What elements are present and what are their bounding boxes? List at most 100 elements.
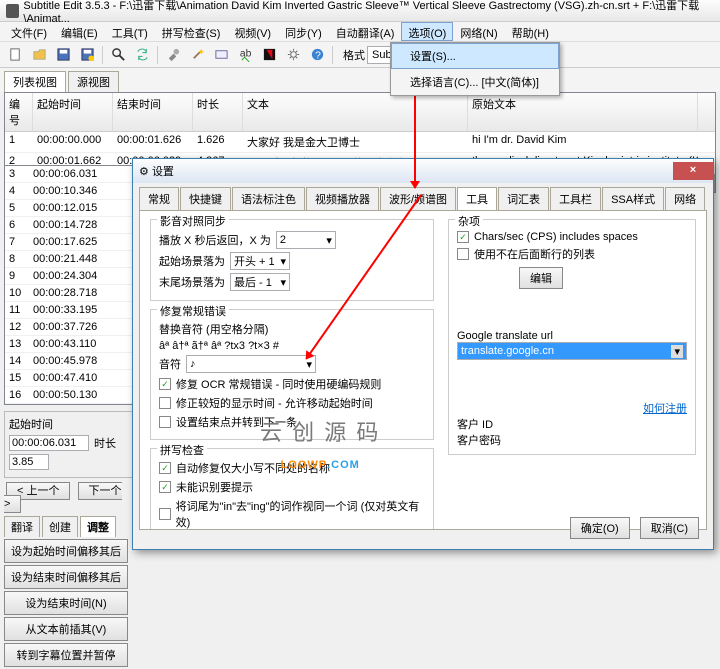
grid-row[interactable]: 1400:00:45.978 <box>5 353 133 370</box>
dialog-tab[interactable]: 快捷键 <box>180 187 231 210</box>
options-settings[interactable]: 设置(S)... <box>391 43 559 69</box>
tab-adjust[interactable]: 调整 <box>80 516 116 537</box>
netflix-icon[interactable] <box>258 44 280 66</box>
menu-tools[interactable]: 工具(T) <box>105 22 155 41</box>
dialog-tab[interactable]: 网络 <box>665 187 705 210</box>
action-button[interactable]: 设为结束时间偏移其后 <box>4 565 128 589</box>
dialog-tab[interactable]: SSA样式 <box>602 187 664 210</box>
new-icon[interactable] <box>4 44 26 66</box>
fix-icon[interactable] <box>162 44 184 66</box>
dialog-tab[interactable]: 工具 <box>457 187 497 210</box>
menu-edit[interactable]: 编辑(E) <box>54 22 105 41</box>
start-input[interactable] <box>9 435 89 451</box>
dialog-tab[interactable]: 语法标注色 <box>232 187 305 210</box>
col-start[interactable]: 起始时间 <box>33 93 113 131</box>
bottom-tabs: 翻译 创建 调整 <box>4 516 134 537</box>
grid-header: 编号 起始时间 结束时间 时长 文本 原始文本 <box>5 93 715 132</box>
grid-row[interactable]: 300:00:06.031 <box>5 166 133 183</box>
grid-row[interactable]: 1100:00:33.195 <box>5 302 133 319</box>
options-language[interactable]: 选择语言(C)... [中文(简体)] <box>391 69 559 95</box>
music-note-select[interactable]: ♪▾ <box>186 355 316 373</box>
grid-row[interactable]: 1500:00:47.410 <box>5 370 133 387</box>
dialog-tab[interactable]: 工具栏 <box>550 187 601 210</box>
help-icon[interactable]: ? <box>306 44 328 66</box>
settings-icon[interactable] <box>282 44 304 66</box>
grid-row[interactable]: 800:00:21.448 <box>5 251 133 268</box>
tab-sourceview[interactable]: 源视图 <box>68 71 119 92</box>
open-icon[interactable] <box>28 44 50 66</box>
ok-button[interactable]: 确定(O) <box>570 517 630 539</box>
register-link[interactable]: 如何注册 <box>643 403 687 415</box>
grid-row[interactable]: 400:00:10.346 <box>5 183 133 200</box>
menu-video[interactable]: 视频(V) <box>227 22 278 41</box>
dialog-tab[interactable]: 视频播放器 <box>306 187 379 210</box>
menu-net[interactable]: 网络(N) <box>453 22 504 41</box>
dialog-body: 影音对照同步 播放 X 秒后返回，X 为2▾ 起始场景落为开头 + 1▾ 末尾场… <box>139 210 707 530</box>
menu-help[interactable]: 帮助(H) <box>505 22 556 41</box>
dialog-tab[interactable]: 词汇表 <box>498 187 549 210</box>
grid-row[interactable]: 500:00:12.015 <box>5 200 133 217</box>
sync-x-select[interactable]: 2▾ <box>276 231 336 249</box>
start-label: 起始时间 <box>9 416 129 432</box>
menu-options[interactable]: 选项(O) <box>401 22 453 41</box>
chk-prompt-label: 未能识别要提示 <box>176 479 253 495</box>
menu-file[interactable]: 文件(F) <box>4 22 54 41</box>
grid-row[interactable]: 1000:00:28.718 <box>5 285 133 302</box>
chk-autofix[interactable]: ✓ <box>159 462 171 474</box>
group-title: 拼写检查 <box>157 442 207 458</box>
action-button[interactable]: 设为结束时间(N) <box>4 591 128 615</box>
spellcheck-icon[interactable]: ab <box>234 44 256 66</box>
close-icon[interactable]: × <box>673 162 713 180</box>
grid-row[interactable]: 100:00:00.00000:00:01.6261.626大家好 我是金大卫博… <box>5 132 715 153</box>
chk-endpoint[interactable] <box>159 416 171 428</box>
tab-create[interactable]: 创建 <box>42 516 78 537</box>
menu-spell[interactable]: 拼写检查(S) <box>155 22 228 41</box>
grid-row[interactable]: 900:00:24.304 <box>5 268 133 285</box>
app-icon <box>6 4 19 18</box>
col-end[interactable]: 结束时间 <box>113 93 193 131</box>
grid-row[interactable]: 1300:00:43.110 <box>5 336 133 353</box>
grid-row[interactable]: 700:00:17.625 <box>5 234 133 251</box>
col-text[interactable]: 文本 <box>243 93 468 131</box>
chk-cps-label: Chars/sec (CPS) includes spaces <box>474 231 638 243</box>
save-icon[interactable] <box>52 44 74 66</box>
tab-translate[interactable]: 翻译 <box>4 516 40 537</box>
chk-ocr[interactable]: ✓ <box>159 378 171 390</box>
replace-icon[interactable] <box>131 44 153 66</box>
chk-nobreak[interactable] <box>457 248 469 260</box>
chk-cps[interactable]: ✓ <box>457 231 469 243</box>
wand-icon[interactable] <box>186 44 208 66</box>
chk-short[interactable] <box>159 397 171 409</box>
search-icon[interactable] <box>107 44 129 66</box>
chk-ing[interactable] <box>159 508 171 520</box>
dialog-tab[interactable]: 常规 <box>139 187 179 210</box>
action-button[interactable]: 转到字幕位置并暂停 <box>4 643 128 667</box>
grid-row[interactable]: 1200:00:37.726 <box>5 319 133 336</box>
sync-end-select[interactable]: 最后 - 1▾ <box>230 273 290 291</box>
col-no[interactable]: 编号 <box>5 93 33 131</box>
chk-prompt[interactable]: ✓ <box>159 481 171 493</box>
grid-row[interactable]: 1600:00:50.130 <box>5 387 133 404</box>
cancel-button[interactable]: 取消(C) <box>640 517 699 539</box>
edit-button[interactable]: 编辑 <box>519 267 563 289</box>
google-url-select[interactable]: translate.google.cn▾ <box>457 342 687 360</box>
action-button[interactable]: 从文本前插其(V) <box>4 617 128 641</box>
menu-autotrans[interactable]: 自动翻译(A) <box>329 22 402 41</box>
group-misc: 杂项 ✓Chars/sec (CPS) includes spaces 使用不在… <box>448 219 696 455</box>
tab-listview[interactable]: 列表视图 <box>4 71 66 92</box>
replace-notes-val: âª â†ª ã†ª âª ?tx3 ?t×3 # <box>159 340 279 352</box>
group-fix: 修复常规错误 替换音符 (用空格分隔) âª â†ª ã†ª âª ?tx3 ?… <box>150 309 434 440</box>
dur-input[interactable] <box>9 454 49 470</box>
sync-start-select[interactable]: 开头 + 1▾ <box>230 252 290 270</box>
visual-sync-icon[interactable] <box>210 44 232 66</box>
saveas-icon[interactable] <box>76 44 98 66</box>
format-label: 格式 <box>343 47 365 63</box>
grid-row[interactable]: 600:00:14.728 <box>5 217 133 234</box>
music-note-label: 音符 <box>159 356 181 372</box>
action-button[interactable]: 设为起始时间偏移其后 <box>4 539 128 563</box>
col-dur[interactable]: 时长 <box>193 93 243 131</box>
sync-start-label: 起始场景落为 <box>159 253 225 269</box>
col-orig[interactable]: 原始文本 <box>468 93 698 131</box>
menu-sync[interactable]: 同步(Y) <box>278 22 329 41</box>
options-menu-popup: 设置(S)... 选择语言(C)... [中文(简体)] <box>390 42 560 96</box>
